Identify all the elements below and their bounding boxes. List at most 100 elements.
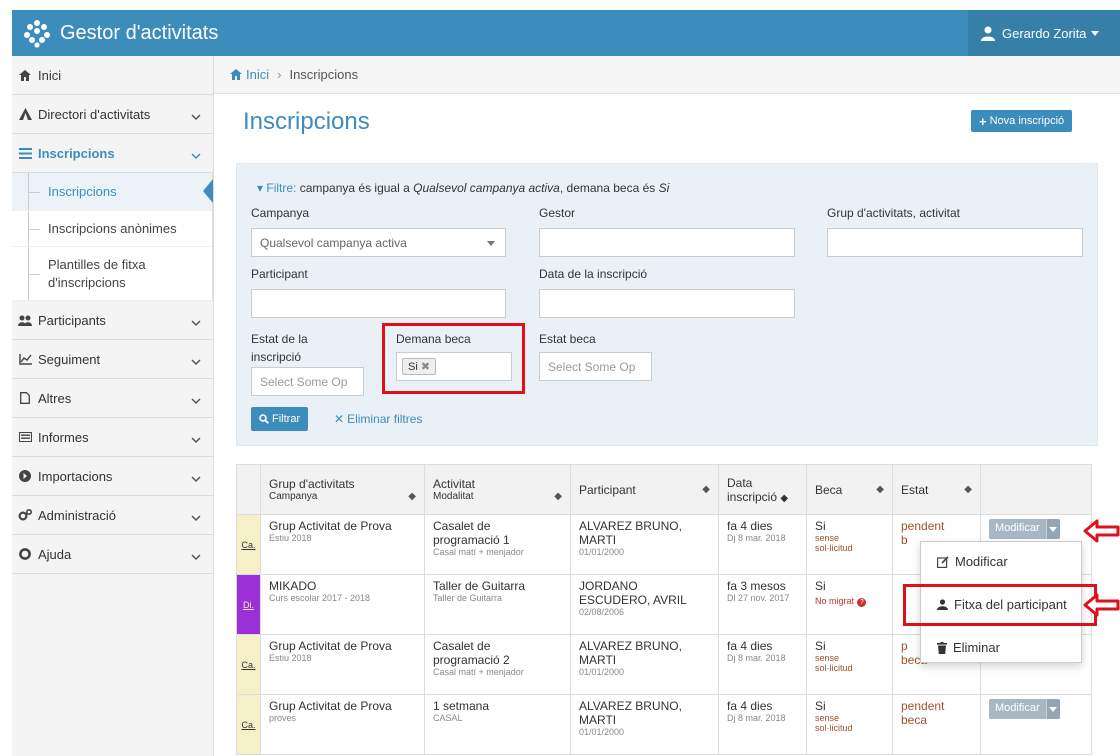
- link-label: Eliminar filtres: [347, 412, 423, 426]
- chevron-down-icon[interactable]: [1045, 699, 1060, 719]
- sidebar: Inici Directori d'activitats Inscripcion…: [12, 56, 214, 756]
- sidebar-subitem-plantilles[interactable]: Plantilles de fitxa d'inscripcions: [12, 247, 212, 301]
- filter-toggle[interactable]: ▾ Filtre:: [257, 181, 296, 195]
- grup-cell: MIKADO Curs escolar 2017 - 2018: [260, 574, 425, 635]
- column-estat[interactable]: Estat ◆: [892, 464, 981, 515]
- column-activitat[interactable]: Activitat Modalitat ◆: [424, 464, 571, 515]
- sort-icon[interactable]: ◆: [964, 484, 972, 495]
- campaign-badge[interactable]: Ca.: [236, 514, 261, 575]
- warning-icon: ?: [857, 598, 867, 607]
- sidebar-item-label: Inici: [38, 67, 62, 83]
- sort-icon[interactable]: ◆: [876, 484, 884, 495]
- home-icon: [16, 69, 34, 81]
- activitat-cell[interactable]: 1 setmana CASAL: [424, 694, 571, 755]
- beca-cell: Si No migrat ?: [806, 574, 893, 635]
- campanya-select[interactable]: Qualsevol campanya activa: [251, 228, 506, 257]
- campaign-badge[interactable]: Ca.: [236, 694, 261, 755]
- sidebar-item-inscripcions[interactable]: Inscripcions: [12, 134, 213, 173]
- sidebar-item-label: Altres: [38, 390, 72, 406]
- sidebar-item-importacions[interactable]: Importacions: [12, 457, 213, 496]
- sort-icon[interactable]: ◆: [702, 484, 710, 495]
- activitat-cell[interactable]: Taller de Guitarra Taller de Guitarra: [424, 574, 571, 635]
- sidebar-item-administracio[interactable]: Administració: [12, 496, 213, 535]
- participant-cell[interactable]: ALVAREZ BRUNO, MARTI 01/01/2000: [570, 634, 719, 695]
- annotation-arrow-icon: [1083, 593, 1120, 617]
- highlight-box: [382, 323, 525, 394]
- chevron-down-icon: [191, 109, 201, 124]
- sidebar-item-label: Informes: [38, 429, 89, 445]
- activitat-cell[interactable]: Casalet de programació 2 Casal matí + menj…: [424, 634, 571, 695]
- column-grup[interactable]: Grup d'activitats Campanya ◆: [260, 464, 425, 515]
- select-placeholder: Select Some Op: [260, 374, 348, 389]
- sidebar-item-inici[interactable]: Inici: [12, 56, 213, 95]
- sidebar-item-label: Inscripcions: [38, 145, 115, 161]
- menu-item-modify[interactable]: Modificar: [937, 554, 1008, 569]
- home-icon: [230, 69, 242, 80]
- menu-item-delete[interactable]: Eliminar: [937, 640, 1000, 655]
- sidebar-item-ajuda[interactable]: Ajuda: [12, 535, 213, 574]
- sort-icon[interactable]: ◆: [554, 491, 562, 502]
- gears-icon: [16, 509, 34, 521]
- app-title: Gestor d'activitats: [60, 21, 219, 44]
- sidebar-subitem-inscripcions[interactable]: Inscripcions: [12, 173, 213, 211]
- estat-beca-select[interactable]: Select Some Op: [539, 352, 652, 381]
- activitat-cell[interactable]: Casalet de programació 1 Casal matí + menj…: [424, 514, 571, 575]
- column-beca[interactable]: Beca ◆: [806, 464, 893, 515]
- column-color: [236, 464, 261, 515]
- modify-split-button[interactable]: Modificar: [989, 519, 1060, 539]
- sidebar-item-informes[interactable]: Informes: [12, 418, 213, 457]
- filter-button[interactable]: Filtrar: [251, 407, 309, 431]
- sidebar-item-participants[interactable]: Participants: [12, 301, 213, 340]
- chevron-down-icon: [191, 354, 201, 369]
- participant-input[interactable]: [251, 289, 506, 318]
- select-value: Qualsevol campanya activa: [260, 235, 407, 250]
- sort-icon[interactable]: ◆: [408, 491, 416, 502]
- participant-cell[interactable]: JORDANO ESCUDERO, AVRIL 02/08/2006: [570, 574, 719, 635]
- column-participant[interactable]: Participant ◆: [570, 464, 719, 515]
- sidebar-item-seguiment[interactable]: Seguiment: [12, 340, 213, 379]
- data-cell: fa 3 mesos Dl 27 nov. 2017: [718, 574, 807, 635]
- estat-inscripcio-select[interactable]: Select Some Op: [251, 367, 364, 396]
- clear-filters-link[interactable]: ✕ Eliminar filtres: [334, 412, 422, 426]
- button-label: Filtrar: [272, 413, 301, 425]
- sidebar-item-label: Administració: [38, 507, 117, 523]
- grup-activitats-label: Grup d'activitats, activitat: [827, 206, 961, 220]
- chevron-down-icon: [1090, 30, 1099, 36]
- chevron-down-icon: [487, 241, 495, 246]
- top-navbar: Gestor d'activitats Gerardo Zorita: [12, 10, 1120, 56]
- beca-cell: Si sense sol·licitud: [806, 514, 893, 575]
- column-data[interactable]: Data inscripció ◆: [718, 464, 807, 515]
- grup-activitats-input[interactable]: [827, 228, 1083, 257]
- sidebar-item-altres[interactable]: Altres: [12, 379, 213, 418]
- plus-icon: +: [979, 113, 987, 129]
- sidebar-item-label: Seguiment: [38, 351, 101, 367]
- chevron-down-icon[interactable]: [1045, 519, 1060, 539]
- participant-cell[interactable]: ALVAREZ BRUNO, MARTI 01/01/2000: [570, 694, 719, 755]
- campaign-badge[interactable]: Ca.: [236, 634, 261, 695]
- page-title: Inscripcions: [243, 108, 370, 135]
- chevron-down-icon: [191, 148, 201, 163]
- line-chart-icon: [16, 353, 34, 365]
- trash-icon: [937, 641, 947, 654]
- breadcrumb-home-link[interactable]: Inici: [246, 67, 269, 82]
- modify-split-button[interactable]: Modificar: [989, 699, 1060, 719]
- campaign-badge[interactable]: Di.: [236, 574, 261, 635]
- sort-icon[interactable]: ◆: [780, 493, 788, 504]
- chevron-down-icon: [191, 549, 201, 564]
- gestor-input[interactable]: [539, 228, 795, 257]
- chevron-down-icon: [191, 471, 201, 486]
- app-brand[interactable]: Gestor d'activitats: [12, 10, 218, 56]
- report-icon: [16, 432, 34, 442]
- gestor-label: Gestor: [539, 206, 576, 220]
- sidebar-item-label: Ajuda: [38, 546, 72, 562]
- data-inscripcio-input[interactable]: [539, 289, 795, 318]
- sidebar-subitem-anonimes[interactable]: Inscripcions anònimes: [12, 211, 212, 247]
- participant-cell[interactable]: ALVAREZ BRUNO, MARTI 01/01/2000: [570, 514, 719, 575]
- filter-summary[interactable]: ▾ Filtre: campanya és igual a Qualsevol …: [257, 181, 669, 195]
- user-menu[interactable]: Gerardo Zorita: [968, 10, 1120, 56]
- button-label: Nova inscripció: [989, 115, 1065, 127]
- new-inscription-button[interactable]: + Nova inscripció: [971, 110, 1073, 132]
- sidebar-item-directori[interactable]: Directori d'activitats: [12, 95, 213, 134]
- data-cell: fa 4 dies Dj 8 mar. 2018: [718, 694, 807, 755]
- beca-cell: Si sense sol·licitud: [806, 694, 893, 755]
